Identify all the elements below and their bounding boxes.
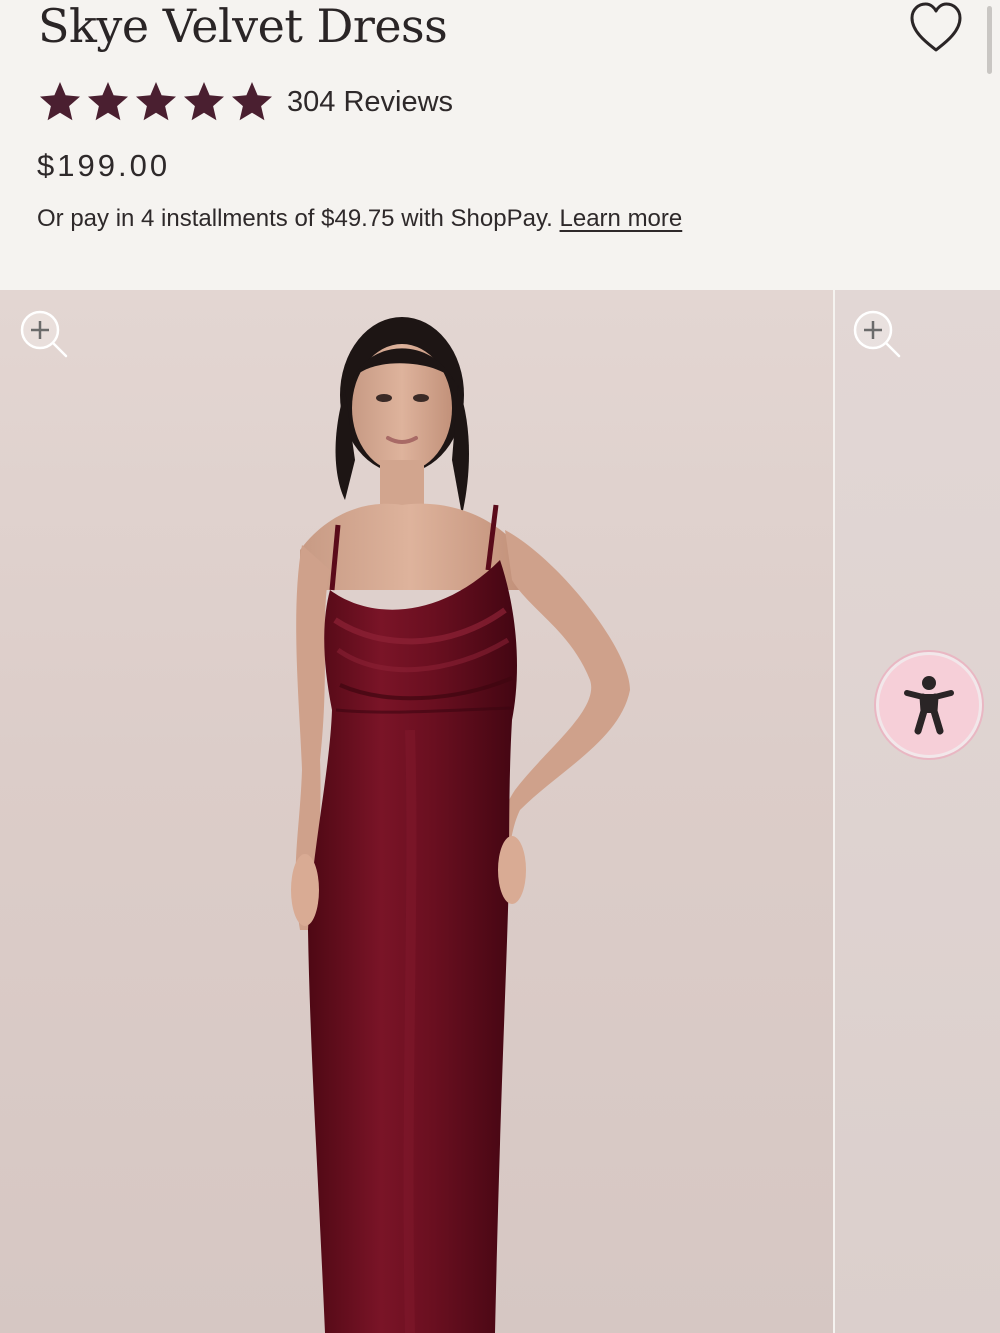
star-icon [232,82,272,121]
product-image-main[interactable] [0,290,833,1333]
zoom-in-icon [20,310,68,358]
reviews-link[interactable]: 304 Reviews [287,82,453,122]
wishlist-button[interactable] [906,0,966,56]
installments-text: Or pay in 4 installments of $49.75 with … [37,205,553,232]
zoom-button[interactable] [16,308,68,360]
product-page: Skye Velvet Dress 304 Reviews $199.00 Or… [0,0,1000,1333]
installments-info: Or pay in 4 installments of $49.75 with … [37,202,682,236]
page-scrollbar[interactable] [987,6,992,74]
product-title: Skye Velvet Dress [38,0,448,53]
rating-stars[interactable] [36,78,276,126]
product-image-gallery[interactable] [0,290,1000,1333]
learn-more-link[interactable]: Learn more [560,205,683,232]
star-icon [136,82,176,121]
product-price: $199.00 [37,148,171,183]
star-icon [40,82,80,121]
heart-outline-icon [910,2,962,52]
zoom-button[interactable] [849,308,901,360]
zoom-in-icon [853,310,901,358]
product-image-next[interactable] [835,290,1000,1333]
accessibility-person-icon [904,676,954,735]
star-icon [184,82,224,121]
product-photo [291,317,630,1333]
accessibility-button[interactable] [876,652,982,758]
star-icon [88,82,128,121]
